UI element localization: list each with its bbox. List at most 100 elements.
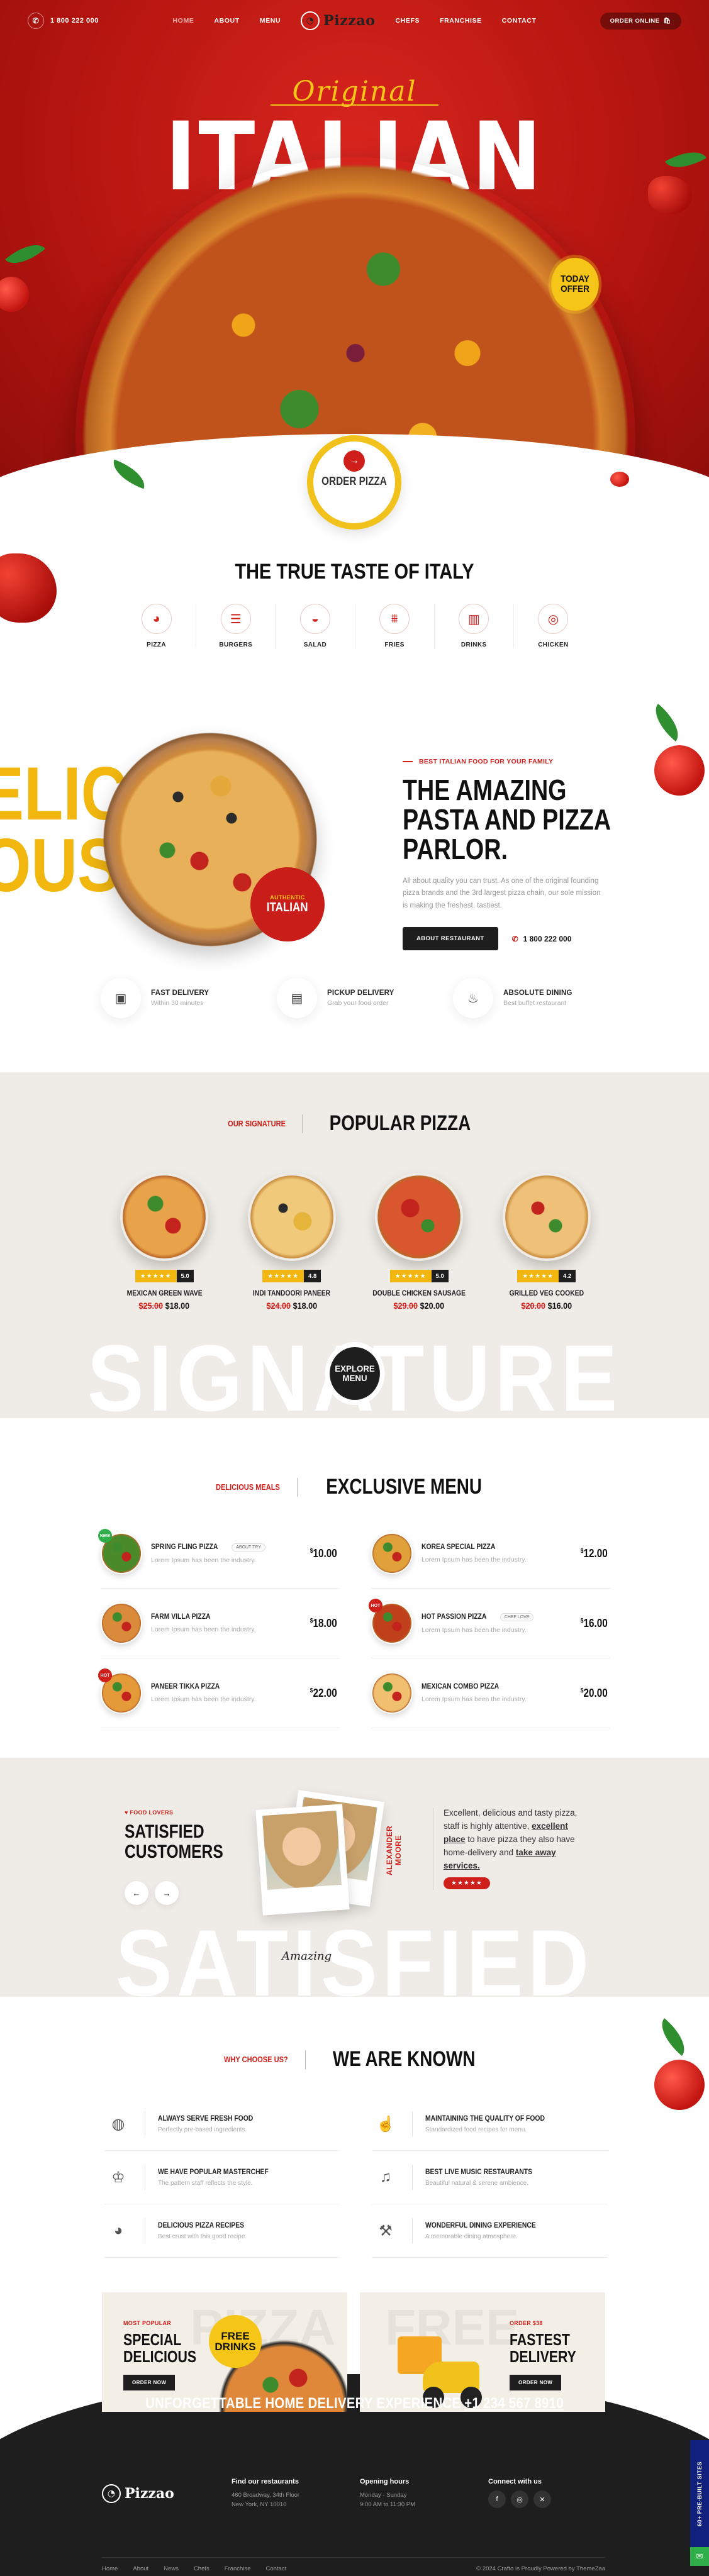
arrow-left-icon[interactable]: ← [125, 1881, 148, 1905]
menu-item[interactable]: HOT HOT PASSION PIZZA CHEF LOVE Lorem Ipsum… [369, 1589, 610, 1658]
popular-eyebrow: OUR SIGNATURE [228, 1119, 286, 1128]
known-item-subtitle: Beautiful natural & serene ambience. [425, 2179, 528, 2187]
authentic-italian-badge: AUTHENTIC ITALIAN [250, 867, 325, 941]
menu-item[interactable]: KOREA SPECIAL PIZZA Lorem Ipsum has been … [371, 1519, 610, 1589]
about-restaurant-button[interactable]: ABOUT RESTAURANT [403, 927, 498, 951]
star-icons: ★★★★★ [135, 1270, 177, 1282]
category-label: CHICKEN [538, 641, 569, 648]
facebook-icon[interactable]: f [488, 2490, 506, 2508]
order-now-button[interactable]: ORDER NOW [510, 2375, 562, 2391]
menu-item-description: Lorem Ipsum has been the industry. [421, 1696, 527, 1703]
pizza-image [375, 1173, 464, 1261]
fries-icon: ⩩ [379, 604, 410, 634]
promo-eyebrow: MOST POPULAR [123, 2320, 172, 2326]
today-offer-badge[interactable]: TODAY OFFER [551, 258, 599, 311]
about-text: BEST ITALIAN FOOD FOR YOUR FAMILY THE AM… [403, 758, 629, 951]
category-pizza[interactable]: ◕ PIZZA [117, 604, 197, 648]
order-now-button[interactable]: ORDER NOW [123, 2375, 176, 2391]
known-item-subtitle: Perfectly pre-based ingredients. [158, 2126, 247, 2133]
pizza-icon: ◕ [113, 2222, 123, 2239]
footer-address-1: 460 Broadway, 34th Floor [232, 2492, 300, 2499]
menu-item-price: $12.00 [581, 1547, 608, 1560]
category-label: BURGERS [219, 641, 253, 648]
music-icon: ♫ [380, 2168, 391, 2185]
footer-link-about[interactable]: About [133, 2565, 148, 2572]
pizza-name: MEXICAN GREEN WAVE [126, 1290, 203, 1297]
instagram-icon[interactable]: ◎ [511, 2490, 528, 2508]
category-label: PIZZA [147, 641, 167, 648]
footer-link-home[interactable]: Home [102, 2565, 118, 2572]
menu-item-image [371, 1533, 413, 1574]
phone-icon: ✆ [28, 13, 44, 29]
menu-item[interactable]: MEXICAN COMBO PIZZA Lorem Ipsum has been … [371, 1658, 610, 1728]
known-item: ◕ DELICIOUS PIZZA RECIPES Best crust with … [104, 2204, 340, 2258]
tomato-icon: ◍ [111, 2115, 125, 2133]
thumbs-up-icon: ☝ [376, 2115, 395, 2133]
pizza-price: $29.00 $20.00 [394, 1301, 445, 1311]
delivery-phone-link[interactable]: +1 234 567 8910 [464, 2395, 564, 2412]
footer-link-news[interactable]: News [164, 2565, 179, 2572]
footer-link-franchise[interactable]: Franchise [225, 2565, 251, 2572]
footer-link-contact[interactable]: Contact [265, 2565, 286, 2572]
feature-subtitle: Within 30 minutes [151, 999, 204, 1007]
order-pizza-label: ORDER PIZZA [321, 474, 387, 487]
old-price: $20.00 [521, 1301, 545, 1311]
known-item-subtitle: Best crust with this good recipe. [158, 2233, 247, 2240]
footer-link-chefs[interactable]: Chefs [194, 2565, 209, 2572]
menu-item-image [371, 1672, 413, 1714]
known-item-text: WONDERFUL DINING EXPERIENCE A memorable d… [425, 2222, 548, 2240]
promo-card-delivery[interactable]: FREE ORDER $38 FASTEST DELIVERY ORDER NO… [360, 2292, 605, 2412]
header-phone[interactable]: ✆ 1 800 222 000 [28, 13, 99, 29]
prebuilt-sites-tab[interactable]: 60+ PRE-BUILT SITES [690, 2440, 709, 2547]
menu-item[interactable]: NEW SPRING FLING PIZZA ABOUT TRY Lorem Ipsu… [98, 1519, 340, 1589]
category-fries[interactable]: ⩩ FRIES [355, 604, 435, 648]
order-pizza-button[interactable]: → ORDER PIZZA [307, 435, 401, 530]
category-drinks[interactable]: ▥ DRINKS [435, 604, 514, 648]
menu-item[interactable]: HOT PANEER TIKKA PIZZA Lorem Ipsum has bee… [98, 1658, 340, 1728]
feature-item: ▣ FAST DELIVERY Within 30 minutes [101, 978, 252, 1018]
known-item-title: MAINTAINING THE QUALITY OF FOOD [425, 2114, 545, 2123]
arrow-right-icon[interactable]: → [155, 1881, 179, 1905]
chat-icon[interactable]: ✉ [690, 2547, 709, 2566]
salad-icon: ◒ [299, 604, 330, 634]
category-burgers[interactable]: ☰ BURGERS [196, 604, 276, 648]
order-online-button[interactable]: ORDER ONLINE 🛍 [600, 12, 681, 30]
promo-card-special[interactable]: PIZZA MOST POPULAR SPECIAL DELICIOUS ORD… [102, 2292, 347, 2412]
menu-item-description: Lorem Ipsum has been the industry. [421, 1556, 527, 1563]
menu-item-name: KOREA SPECIAL PIZZA [421, 1543, 496, 1551]
divider [302, 1114, 303, 1133]
menu-item-price-value: 20.00 [583, 1686, 608, 1699]
footer-find: Find our restaurants 460 Broadway, 34th … [232, 2478, 338, 2509]
cloche-icon: ♨ [453, 978, 493, 1018]
divider [412, 2165, 413, 2190]
pizza-card[interactable]: ★★★★★ 4.8 INDI TANDOORI PANEER $24.00 $18.… [235, 1173, 350, 1311]
category-chicken[interactable]: ◎ CHICKEN [514, 604, 593, 648]
known-heading: WHY CHOOSE US? WE ARE KNOWN [0, 2047, 709, 2072]
menu-item-badge: HOT [98, 1668, 112, 1682]
about-section: ELICIOUS AUTHENTIC ITALIAN BEST ITALIAN … [0, 695, 709, 1072]
pizza-card[interactable]: ★★★★★ 4.2 GRILLED VEG COOKED $20.00 $16.00 [489, 1173, 605, 1311]
menu-item[interactable]: FARM VILLA PIZZA Lorem Ipsum has been the… [101, 1589, 340, 1658]
divider [412, 2111, 413, 2136]
rating-score: 5.0 [176, 1270, 194, 1282]
menu-item-body: FARM VILLA PIZZA Lorem Ipsum has been the… [151, 1613, 299, 1633]
menu-item-body: PANEER TIKKA PIZZA Lorem Ipsum has been t… [151, 1683, 299, 1703]
testimonial-title: SATISFIED CUSTOMERS [125, 1821, 223, 1862]
category-salad[interactable]: ◒ SALAD [276, 604, 355, 648]
twitter-icon[interactable]: ✕ [533, 2490, 551, 2508]
known-item: ⚒ WONDERFUL DINING EXPERIENCE A memorable … [372, 2204, 608, 2258]
feature-list: ▣ FAST DELIVERY Within 30 minutes ▤ PICKUP … [101, 978, 604, 1018]
known-item: ♫ BEST LIVE MUSIC RESTAURANTS Beautiful na… [372, 2151, 608, 2204]
footer-col-title: Connect with us [488, 2478, 542, 2485]
leaf-decoration [665, 142, 706, 177]
pizza-price: $20.00 $16.00 [521, 1301, 572, 1311]
menu-list: NEW SPRING FLING PIZZA ABOUT TRY Lorem Ipsu… [98, 1519, 610, 1728]
pizza-card[interactable]: ★★★★★ 5.0 DOUBLE CHICKEN SAUSAGE $29.00 $2… [362, 1173, 477, 1311]
footer-logo[interactable]: ◔ Pizzao [102, 2484, 174, 2503]
footer: ◔ Pizzao Find our restaurants 460 Broadwa… [0, 2453, 709, 2576]
delivery-banner: UNFORGETTABLE HOME DELIVERY EXPERIENCE +… [53, 2395, 656, 2412]
explore-menu-button[interactable]: EXPLORE MENU [330, 1347, 380, 1400]
pizza-card[interactable]: ★★★★★ 5.0 MEXICAN GREEN WAVE $25.00 $18.00 [107, 1173, 222, 1311]
about-phone-link[interactable]: ✆ 1 800 222 000 [512, 935, 572, 943]
known-item-text: MAINTAINING THE QUALITY OF FOOD Standardi… [425, 2115, 558, 2133]
